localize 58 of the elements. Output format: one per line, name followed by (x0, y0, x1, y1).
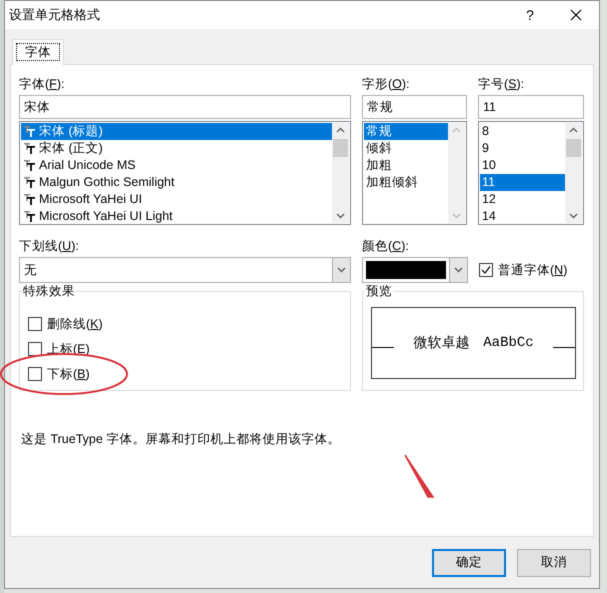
list-item[interactable]: 9 (480, 140, 565, 157)
close-icon (570, 9, 582, 21)
truetype-icon (23, 193, 36, 206)
scrollbar[interactable] (565, 123, 582, 223)
scroll-up-icon[interactable] (569, 127, 578, 133)
truetype-icon (23, 210, 36, 223)
field-label: 字形(O): (362, 76, 410, 93)
list-item[interactable]: 宋体 (标题) (21, 123, 332, 140)
group-title: 预览 (365, 283, 393, 300)
normal-font-checkbox[interactable]: 普通字体(N) (479, 257, 568, 283)
list-item[interactable]: Malgun Gothic Semilight (21, 174, 332, 191)
underline-dropdown[interactable]: 无 (19, 257, 351, 283)
field-label: 字号(S): (478, 76, 526, 93)
list-item[interactable]: 12 (480, 191, 565, 208)
list-item[interactable]: 10 (480, 157, 565, 174)
effect-checkbox[interactable]: 下标(B) (28, 364, 350, 384)
annotation-arrow (404, 454, 434, 498)
truetype-icon (23, 159, 36, 172)
list-item[interactable]: 8 (480, 123, 565, 140)
list-item[interactable]: 加粗 (364, 157, 448, 174)
group-title: 特殊效果 (22, 283, 76, 300)
scrollbar[interactable] (332, 123, 349, 223)
field-label: 颜色(C): (362, 238, 410, 255)
scroll-down-icon[interactable] (336, 213, 345, 219)
cancel-button[interactable]: 取消 (517, 548, 591, 576)
tab[interactable]: 字体 (12, 39, 64, 65)
effect-checkbox[interactable]: 删除线(K) (28, 314, 350, 334)
check-icon (481, 265, 491, 275)
scroll-down-icon[interactable] (454, 267, 463, 273)
truetype-icon (23, 125, 36, 138)
scroll-up-icon[interactable] (336, 127, 345, 133)
list-item[interactable]: Microsoft YaHei UI (21, 191, 332, 208)
preview-text: AaBbCc (483, 335, 534, 351)
list-item[interactable]: 11 (480, 174, 565, 191)
preview-text: 微软卓越 (413, 334, 470, 352)
field-label: 下划线(U): (19, 238, 80, 255)
scroll-down-icon[interactable] (569, 213, 578, 219)
scroll-thumb[interactable] (332, 139, 348, 157)
text-field[interactable]: 宋体 (19, 95, 351, 119)
text-field[interactable]: 常规 (362, 95, 467, 119)
list-item[interactable]: 宋体 (正文) (21, 140, 332, 157)
truetype-icon (23, 142, 36, 155)
scroll-thumb[interactable] (566, 139, 581, 157)
ok-button[interactable]: 确定 (432, 548, 506, 576)
help-button[interactable]: ? (507, 1, 553, 29)
list-item[interactable]: 常规 (364, 123, 448, 140)
list-item[interactable]: Microsoft YaHei UI Light (21, 208, 332, 225)
font-note: 这是 TrueType 字体。屏幕和打印机上都将使用该字体。 (21, 431, 342, 448)
list-item[interactable]: 14 (480, 208, 565, 225)
list-item[interactable]: 倾斜 (364, 140, 448, 157)
text-field[interactable]: 11 (478, 95, 584, 119)
truetype-icon (23, 176, 36, 189)
field-label: 字体(F): (19, 76, 66, 93)
scroll-down-icon[interactable] (337, 267, 346, 273)
color-dropdown[interactable] (362, 257, 468, 283)
list-item[interactable]: 加粗倾斜 (364, 174, 448, 191)
list-item[interactable]: Arial Unicode MS (21, 157, 332, 174)
window-title: 设置单元格格式 (9, 6, 101, 24)
